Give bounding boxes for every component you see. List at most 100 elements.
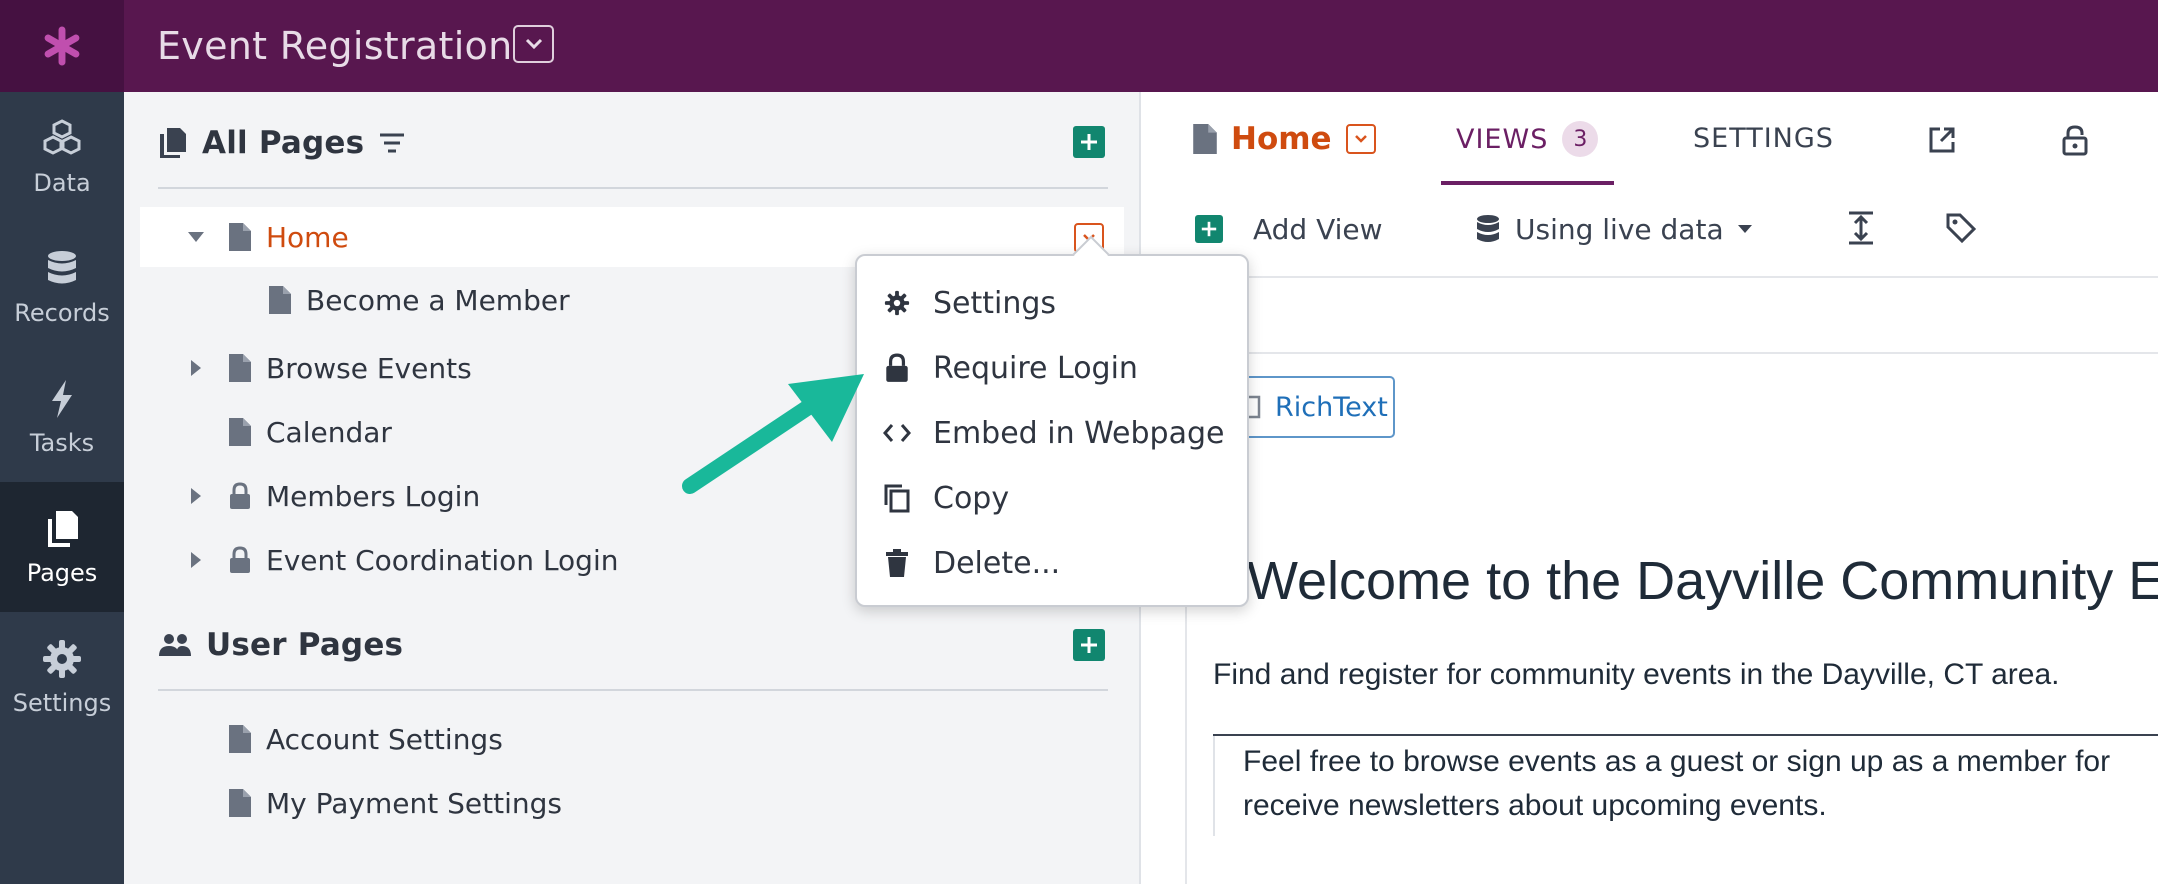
menu-item-embed-in-webpage[interactable]: Embed in Webpage (881, 408, 1224, 458)
blockquote-line: Feel free to browse events as a guest or… (1243, 745, 2111, 778)
gear-icon (43, 640, 81, 678)
top-bar: Event Registration (0, 0, 2158, 92)
add-user-page-button[interactable] (1073, 629, 1105, 661)
nav-label: Pages (26, 559, 98, 587)
blockquote-line: receive newsletters about upcoming event… (1243, 789, 1827, 822)
external-link-icon[interactable] (1922, 120, 1962, 160)
menu-item-delete[interactable]: Delete... (881, 538, 1060, 588)
cubes-icon (43, 119, 81, 155)
lock-icon (881, 352, 913, 384)
app-title-dropdown-button[interactable] (513, 25, 554, 63)
caret-right-icon[interactable] (186, 358, 206, 378)
page-icon (228, 418, 252, 446)
nav-label: Settings (12, 689, 112, 717)
menu-item-settings[interactable]: Settings (881, 278, 1056, 328)
tree-item-label: Calendar (266, 415, 392, 449)
caret-right-icon[interactable] (186, 486, 206, 506)
tree-item-label: Browse Events (266, 351, 472, 385)
bolt-icon (52, 380, 72, 418)
view-strip (1141, 278, 2158, 354)
menu-item-require-login[interactable]: Require Login (881, 343, 1138, 393)
page-icon (268, 286, 292, 314)
annotation-arrow-icon (682, 374, 864, 494)
left-nav: Data Records Tasks Pages Settings (0, 92, 124, 884)
caret-down-icon[interactable] (186, 227, 206, 247)
tree-item-label: Home (266, 220, 349, 254)
menu-item-label: Copy (933, 480, 1010, 516)
nav-item-records[interactable]: Records (0, 222, 124, 352)
welcome-heading: Welcome to the Dayville Community Events (1247, 551, 2158, 611)
views-count-badge: 3 (1562, 121, 1599, 157)
tree-item-label: My Payment Settings (266, 786, 562, 820)
richtext-label: RichText (1275, 391, 1388, 423)
tab-views-label: VIEWS (1456, 123, 1549, 155)
menu-item-label: Embed in Webpage (933, 415, 1225, 451)
plus-icon (1081, 637, 1097, 653)
lock-open-icon[interactable] (2055, 120, 2095, 160)
nav-item-data[interactable]: Data (0, 92, 124, 222)
expand-height-icon[interactable] (1841, 208, 1881, 248)
nav-item-pages[interactable]: Pages (0, 482, 124, 612)
filter-icon[interactable] (378, 131, 406, 155)
nav-item-settings[interactable]: Settings (0, 612, 124, 742)
intro-paragraph: Find and register for community events i… (1213, 658, 2060, 691)
all-pages-header: All Pages (158, 118, 406, 168)
page-icon (228, 789, 252, 817)
lock-icon (228, 546, 252, 574)
asterisk-logo-icon (44, 26, 80, 66)
pages-icon (48, 511, 78, 547)
tree-item-label: Account Settings (266, 722, 503, 756)
menu-item-label: Settings (933, 285, 1057, 321)
code-icon (881, 417, 913, 449)
tab-settings[interactable]: SETTINGS (1693, 116, 1834, 162)
horizontal-rule (1213, 734, 2158, 736)
menu-item-label: Require Login (933, 350, 1138, 386)
tree-item-label: Become a Member (306, 283, 570, 317)
nav-label: Records (14, 299, 110, 327)
page-icon (1193, 124, 1217, 154)
add-view-button[interactable]: Add View (1195, 204, 1383, 254)
data-source-dropdown[interactable]: Using live data (1475, 204, 1752, 254)
caret-down-icon (1737, 225, 1752, 233)
divider (158, 187, 1108, 189)
page-canvas: RichText Welcome to the Dayville Communi… (1185, 354, 2158, 884)
database-icon (48, 251, 76, 284)
richtext-view-tag[interactable]: RichText (1227, 376, 1395, 438)
page-title-dropdown-button[interactable] (1345, 124, 1376, 154)
tree-item-account-settings[interactable]: Account Settings (140, 709, 1124, 769)
menu-item-copy[interactable]: Copy (881, 473, 1009, 523)
page-title-tab: Home (1193, 116, 1376, 162)
divider (158, 689, 1108, 691)
caret-right-icon[interactable] (186, 550, 206, 570)
database-icon (1477, 215, 1499, 242)
nav-label: Data (33, 169, 91, 197)
app-logo[interactable] (0, 0, 124, 92)
plus-icon (1081, 134, 1097, 150)
chevron-down-icon (1354, 135, 1367, 143)
page-icon (228, 354, 252, 382)
add-page-button[interactable] (1073, 126, 1105, 158)
user-pages-header: User Pages (158, 620, 403, 670)
page-icon (228, 223, 252, 251)
users-icon (159, 634, 191, 656)
page-editor: Home VIEWS 3 SETTINGS Add View Using liv… (1141, 92, 2158, 884)
add-view-label: Add View (1253, 212, 1383, 246)
page-icon (228, 725, 252, 753)
page-context-menu: Settings Require Login Embed in Webpage … (855, 254, 1249, 607)
nav-label: Tasks (29, 429, 95, 457)
blockquote: Feel free to browse events as a guest or… (1243, 740, 2158, 828)
gear-icon (881, 287, 913, 319)
tree-item-label: Members Login (266, 479, 481, 513)
app-title: Event Registration (157, 24, 513, 68)
page-title: Home (1231, 121, 1332, 157)
nav-item-tasks[interactable]: Tasks (0, 352, 124, 482)
editor-toolbar: Add View Using live data (1141, 186, 2158, 278)
tree-item-my-payment-settings[interactable]: My Payment Settings (140, 773, 1124, 833)
data-source-label: Using live data (1515, 212, 1724, 246)
menu-item-label: Delete... (933, 545, 1061, 581)
chevron-down-icon (525, 38, 542, 50)
all-pages-title: All Pages (202, 125, 365, 161)
tag-icon[interactable] (1941, 208, 1981, 248)
tab-views[interactable]: VIEWS 3 (1456, 116, 1599, 162)
blockquote-rule (1213, 736, 1215, 836)
